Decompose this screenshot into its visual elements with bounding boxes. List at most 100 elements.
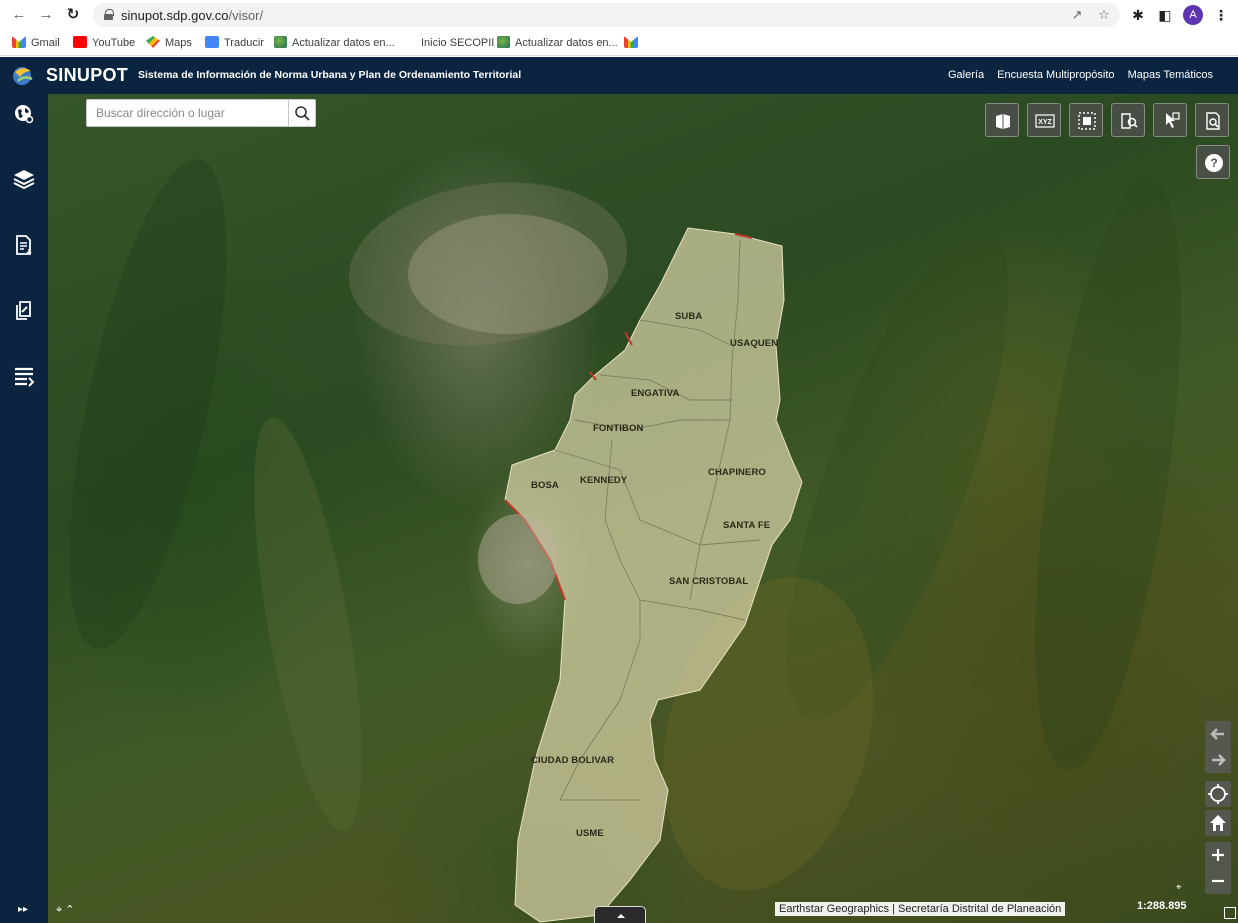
locality-label: USME <box>576 828 604 839</box>
bookmark-label: Actualizar datos en... <box>515 37 618 49</box>
translate-icon <box>205 36 219 48</box>
gmail-icon <box>624 36 638 48</box>
back-icon[interactable]: ← <box>10 6 28 24</box>
locality-label: ENGATIVA <box>631 388 680 399</box>
map-print-icon <box>996 114 1010 129</box>
chevron-up-icon <box>617 914 625 918</box>
browser-menu-icon[interactable]: ⋮ <box>1212 6 1230 24</box>
url-path: /visor/ <box>228 8 264 23</box>
locality-label: SUBA <box>675 311 703 322</box>
edit-document-icon[interactable] <box>12 298 36 322</box>
maps-icon <box>146 36 160 48</box>
zoom-out-button[interactable] <box>1205 868 1231 894</box>
link-galeria[interactable]: Galería <box>948 69 984 81</box>
sinupot-logo-icon <box>13 67 33 85</box>
bookmark-label: Actualizar datos en... <box>292 37 395 49</box>
bookmark-label: Traducir <box>224 37 264 49</box>
locality-label: USAQUEN <box>730 338 779 349</box>
select-area-icon <box>1078 112 1096 130</box>
search-document-button[interactable] <box>1111 103 1145 137</box>
forward-icon[interactable]: → <box>37 6 55 24</box>
locality-label: CIUDAD BOLIVAR <box>531 755 615 766</box>
map-attribution: Earthstar Geographics | Secretaría Distr… <box>775 902 1066 916</box>
previous-extent-button[interactable] <box>1205 721 1231 747</box>
search-button[interactable] <box>288 100 315 126</box>
world-search-icon[interactable] <box>12 102 36 126</box>
search-icon <box>295 106 310 121</box>
document-list-icon[interactable] <box>12 233 36 257</box>
expand-sidebar-icon[interactable]: ▸▸ <box>18 904 28 915</box>
top-links: Galería Encuesta Multipropósito Mapas Te… <box>938 69 1213 81</box>
extent-history-control <box>1205 721 1231 773</box>
bookmark-traducir[interactable]: Traducir <box>205 35 264 51</box>
bookmark-youtube[interactable]: YouTube <box>73 35 135 51</box>
bookmark-actualizar-2[interactable]: Actualizar datos en... <box>497 35 618 51</box>
svg-text:XYZ: XYZ <box>1038 119 1052 126</box>
query-button[interactable] <box>1195 103 1229 137</box>
identify-button[interactable] <box>1153 103 1187 137</box>
bookmark-gmail[interactable]: Gmail <box>12 35 60 51</box>
browser-toolbar: ← → ↻ sinupot.sdp.gov.co/visor/ ↗ ☆ ✱ ◧ … <box>0 0 1238 30</box>
bottom-left-controls: ⌖ ⌃ <box>56 903 74 917</box>
bottom-panel-toggle[interactable] <box>594 906 646 923</box>
lock-icon[interactable] <box>104 9 114 20</box>
xyz-coordinates-icon: XYZ <box>1035 114 1055 128</box>
sidebar <box>0 94 48 923</box>
minus-icon <box>1212 879 1224 883</box>
url-text[interactable]: sinupot.sdp.gov.co/visor/ <box>121 8 263 23</box>
locality-label: SAN CRISTOBAL <box>669 576 749 587</box>
youtube-icon <box>73 36 87 48</box>
coordinates-button[interactable]: XYZ <box>1027 103 1061 137</box>
bookmark-maps[interactable]: Maps <box>146 35 192 51</box>
bookmark-secop[interactable]: Inicio SECOPII <box>421 35 494 51</box>
locality-label: KENNEDY <box>580 475 628 486</box>
side-panel-icon[interactable]: ◧ <box>1156 6 1174 24</box>
globe-icon <box>497 36 510 48</box>
app-subtitle: Sistema de Información de Norma Urbana y… <box>138 69 522 81</box>
help-icon: ? <box>1205 154 1223 172</box>
link-encuesta[interactable]: Encuesta Multipropósito <box>997 69 1114 81</box>
profile-avatar[interactable]: A <box>1183 5 1203 25</box>
home-button[interactable] <box>1205 810 1231 836</box>
app-name: SINUPOT <box>46 65 129 85</box>
bookmark-label: Inicio SECOPII <box>421 37 495 49</box>
chevron-up-small-icon[interactable]: ⌃ <box>65 904 74 916</box>
bookmark-gmail-2[interactable] <box>624 35 643 51</box>
bookmarks-bar: Gmail YouTube Maps Traducir Actualizar d… <box>0 30 1238 56</box>
bookmark-actualizar-1[interactable]: Actualizar datos en... <box>274 35 395 51</box>
next-extent-button[interactable] <box>1205 747 1231 773</box>
print-map-button[interactable] <box>985 103 1019 137</box>
district-layer <box>504 227 803 923</box>
fullscreen-icon[interactable] <box>1224 907 1236 919</box>
query-icon <box>1206 112 1220 130</box>
gmail-icon <box>12 36 26 48</box>
locate-button[interactable] <box>1205 781 1231 807</box>
search-input[interactable] <box>87 100 289 126</box>
zoom-in-button[interactable] <box>1205 842 1231 868</box>
select-area-button[interactable] <box>1069 103 1103 137</box>
search-document-icon <box>1121 113 1138 129</box>
menu-list-icon[interactable] <box>12 364 36 388</box>
bookmark-star-icon[interactable]: ☆ <box>1096 7 1112 23</box>
reload-icon[interactable]: ↻ <box>64 6 82 24</box>
arrow-right-icon <box>1212 754 1226 766</box>
locality-label: CHAPINERO <box>708 467 766 478</box>
arrow-left-icon <box>1210 728 1224 740</box>
locate-icon <box>1208 784 1228 804</box>
search-box <box>86 99 316 127</box>
home-icon <box>1210 815 1226 831</box>
layers-icon[interactable] <box>12 167 36 191</box>
identify-icon <box>1166 112 1180 128</box>
app-header: SINUPOT Sistema de Información de Norma … <box>0 57 1238 94</box>
address-bar[interactable]: sinupot.sdp.gov.co/visor/ ↗ ☆ <box>93 3 1120 27</box>
plus-icon <box>1212 849 1224 861</box>
map-view[interactable] <box>48 94 1238 923</box>
link-mapas-tematicos[interactable]: Mapas Temáticos <box>1128 69 1213 81</box>
bookmark-label: Maps <box>165 37 192 49</box>
share-icon[interactable]: ↗ <box>1069 7 1085 23</box>
help-button[interactable]: ? <box>1196 145 1230 179</box>
crosshair-icon[interactable]: ⌖ <box>56 904 62 916</box>
scale-crosshair-icon: ⌖ <box>1176 882 1182 893</box>
svg-text:?: ? <box>1210 156 1217 170</box>
extensions-icon[interactable]: ✱ <box>1129 6 1147 24</box>
